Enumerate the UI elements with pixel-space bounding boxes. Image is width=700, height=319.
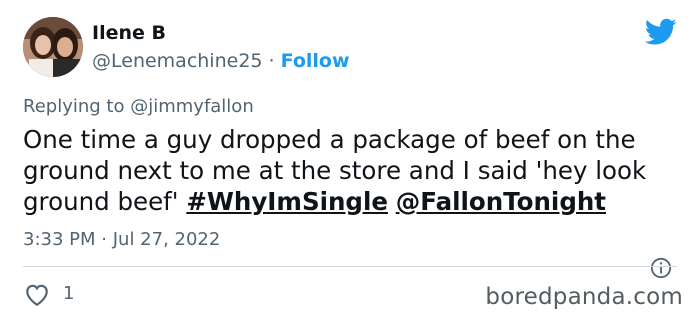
tweet-timestamp[interactable]: 3:33 PM · Jul 27, 2022 xyxy=(23,229,220,250)
replying-to-handle[interactable]: @jimmyfallon xyxy=(130,96,254,117)
divider xyxy=(23,266,677,267)
avatar-photo xyxy=(23,17,83,77)
author-name[interactable]: Ilene B xyxy=(92,22,166,44)
tweet-time: 3:33 PM xyxy=(23,229,96,250)
watermark: boredpanda.com xyxy=(485,284,683,310)
follow-button[interactable]: Follow xyxy=(281,50,350,72)
heart-icon[interactable] xyxy=(24,283,50,307)
timestamp-separator: · xyxy=(101,229,107,250)
separator-dot: · xyxy=(268,50,275,72)
mention-link[interactable]: @FallonTonight xyxy=(396,187,606,216)
replying-to: Replying to @jimmyfallon xyxy=(23,96,254,117)
hashtag-link[interactable]: #WhyImSingle xyxy=(186,187,388,216)
author-handle-row: @Lenemachine25 · Follow xyxy=(92,50,350,72)
tweet-date: Jul 27, 2022 xyxy=(112,229,221,250)
author-handle[interactable]: @Lenemachine25 xyxy=(92,50,263,72)
avatar[interactable] xyxy=(23,17,83,77)
like-count: 1 xyxy=(63,283,75,304)
replying-to-label: Replying to xyxy=(23,96,125,117)
info-icon[interactable] xyxy=(650,257,672,279)
twitter-bird-icon[interactable] xyxy=(645,18,677,46)
tweet-text: One time a guy dropped a package of beef… xyxy=(23,124,683,217)
